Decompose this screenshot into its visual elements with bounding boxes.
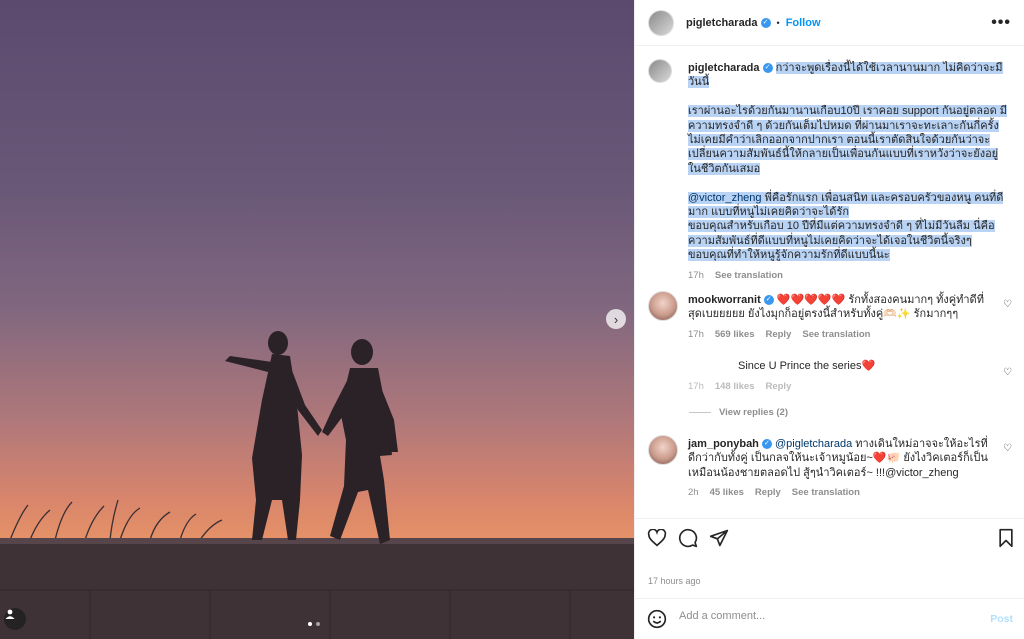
caption-time: 17h — [688, 269, 704, 281]
post-comment-button[interactable]: Post — [990, 613, 1013, 625]
verified-badge-icon: ✓ — [761, 439, 772, 450]
comment-body: jam_ponybah ✓ @pigletcharada ทางเดินใหม่อ… — [688, 437, 988, 501]
comment-text: Since U Prince the series❤️ — [738, 360, 876, 372]
comment-see-translation[interactable]: See translation — [792, 486, 860, 500]
reeds — [9, 499, 223, 541]
comment-username[interactable]: jam_ponybah — [688, 438, 759, 450]
comment-body: mookworranit ✓ ❤️❤️❤️❤️❤️ รักทั้งสองคนมาก… — [688, 293, 988, 342]
comment-time: 2h — [688, 487, 699, 499]
verified-badge-icon: ✓ — [763, 295, 774, 306]
comment-likes[interactable]: 569 likes — [715, 328, 755, 342]
like-heart-icon[interactable] — [646, 527, 668, 549]
comment-avatar[interactable] — [648, 435, 678, 465]
comment-meta: 2h 45 likes Reply See translation — [688, 486, 988, 500]
view-replies-button[interactable]: View replies (2) — [689, 407, 788, 418]
dot-separator: • — [776, 17, 780, 28]
man-silhouette — [322, 339, 398, 544]
comments-scroll-area[interactable]: pigletcharada ✓ กว่าจะพูดเรื่องนี้ได้ใช้เ… — [635, 47, 1024, 517]
save-bookmark-icon[interactable] — [995, 527, 1017, 549]
tagged-users-button[interactable] — [4, 608, 26, 630]
caption-see-translation[interactable]: See translation — [715, 269, 783, 283]
more-options-icon[interactable]: ••• — [991, 14, 1011, 32]
caption-avatar[interactable] — [648, 59, 672, 83]
author-avatar[interactable] — [648, 9, 674, 36]
comment-time: 17h — [688, 328, 704, 340]
post-photo[interactable]: › — [0, 0, 634, 639]
caption-meta: 17h See translation — [688, 269, 1008, 283]
caption-mention[interactable]: @victor_zheng — [688, 191, 762, 204]
emoji-icon[interactable] — [647, 609, 667, 632]
post-header: pigletcharada ✓ • Follow ••• — [635, 0, 1024, 46]
action-bar — [635, 518, 1024, 558]
comment-input[interactable] — [679, 610, 969, 622]
comment-meta: 17h 569 likes Reply See translation — [688, 328, 988, 342]
caption-text: pigletcharada ✓ กว่าจะพูดเรื่องนี้ได้ใช้เ… — [688, 61, 1008, 283]
like-heart-icon[interactable]: ♡ — [1003, 367, 1012, 378]
caption-para-3b: ขอบคุณสำหรับเกือบ 10 ปีที่มีแต่ความทรงจำ… — [688, 220, 995, 247]
author-username[interactable]: pigletcharada — [686, 17, 758, 29]
post-detail-panel: pigletcharada ✓ • Follow ••• pigletchara… — [634, 0, 1024, 639]
carousel-dots — [308, 622, 320, 626]
follow-button[interactable]: Follow — [786, 17, 821, 29]
divider-line — [689, 412, 711, 413]
caption-para-3c: ขอบคุณที่ทำให้หนูรู้จักความรักที่ดีแบบนี… — [688, 249, 890, 262]
share-icon[interactable] — [708, 527, 730, 549]
carousel-dot-1 — [308, 622, 312, 626]
add-comment-bar: Post — [635, 598, 1024, 639]
comment-likes[interactable]: 148 likes — [715, 381, 755, 392]
comment-see-translation[interactable]: See translation — [802, 328, 870, 342]
comment-body: Since U Prince the series❤️ — [738, 359, 1024, 373]
carousel-dot-2 — [316, 622, 320, 626]
comment-reply-button[interactable]: Reply — [765, 381, 791, 392]
comment-time: 17h — [688, 381, 704, 392]
comment-icon[interactable] — [677, 527, 699, 549]
next-photo-button[interactable]: › — [606, 309, 626, 329]
view-replies-label: View replies (2) — [719, 407, 788, 418]
comment-likes[interactable]: 45 likes — [710, 486, 744, 500]
verified-badge-icon: ✓ — [760, 17, 771, 28]
comment-reply-button[interactable]: Reply — [765, 328, 791, 342]
comment-mention[interactable]: @pigletcharada — [775, 438, 852, 450]
silhouette-scene — [0, 331, 634, 639]
comment-reply-button[interactable]: Reply — [755, 486, 781, 500]
user-icon — [5, 609, 15, 619]
comment-avatar[interactable] — [648, 291, 678, 321]
verified-badge-icon: ✓ — [762, 63, 773, 74]
caption-para-2: เราผ่านอะไรด้วยกันมานานเกือบ10ปี เราคอย … — [688, 105, 1008, 175]
woman-silhouette — [225, 331, 322, 540]
like-heart-icon[interactable]: ♡ — [1003, 443, 1012, 454]
wall-top — [0, 538, 634, 544]
caption-username[interactable]: pigletcharada — [688, 62, 760, 74]
comment-username[interactable]: mookworranit — [688, 294, 761, 306]
like-heart-icon[interactable]: ♡ — [1003, 299, 1012, 310]
comment-meta: 17h 148 likes Reply — [688, 381, 791, 392]
post-timestamp: 17 hours ago — [648, 576, 701, 586]
